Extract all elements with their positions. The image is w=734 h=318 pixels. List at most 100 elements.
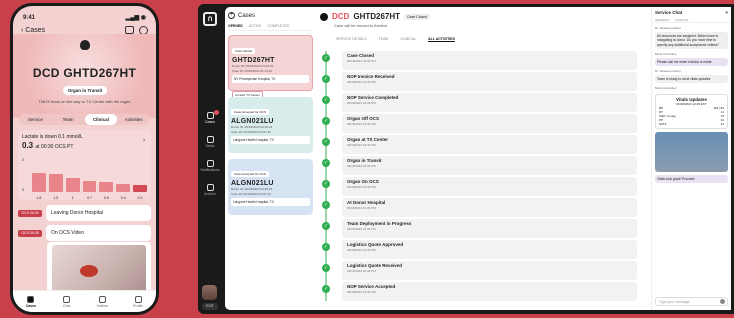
case-chip: Case Accepted for OCS	[231, 109, 269, 115]
tab-service-details[interactable]: SERVICE DETAILS	[336, 37, 367, 42]
activity-item[interactable]: ✓ Logistics Quote Approved 06/18/2024 01:3…	[322, 240, 637, 259]
lactate-bar: 0.7	[82, 181, 97, 200]
case-card[interactable]: Case Accepted for OCS ALGN021LU Donor ID…	[228, 159, 313, 215]
bell-icon	[206, 160, 214, 167]
cases-header: + Cases	[228, 10, 313, 21]
lactate-bar: 1	[65, 178, 80, 200]
case-card[interactable]: Case Accepted for OCS ALGN021LU Donor ID…	[228, 97, 313, 153]
activity-date: 06/18/2024 01:39 PM	[347, 185, 376, 189]
case-card-id: ALGN021LU	[231, 180, 274, 187]
lactate-card[interactable]: Lactate is down 0.1 mmol/L 0.3 at 00:30 …	[18, 130, 151, 200]
activity-item[interactable]: ✓ Logistics Quote Received 06/18/2024 01:3…	[322, 261, 637, 280]
chat-message: Dr. Susana Landon All resources are assi…	[655, 26, 728, 49]
rail-cases[interactable]: Cases	[198, 110, 222, 124]
timeline-card[interactable]: On OCS Video	[46, 225, 151, 241]
tab-team[interactable]: Team	[52, 114, 85, 125]
organ-image	[80, 265, 99, 278]
exit-button[interactable]: EXIT	[202, 303, 218, 310]
organ-heart-icon	[80, 40, 90, 50]
timeline-card[interactable]: Leaving Donor Hospital	[46, 205, 151, 221]
check-icon: ✓	[322, 117, 330, 125]
activity-card: Team Deployment in Progress 06/18/2024 01…	[342, 219, 637, 238]
lactate-unit: at 00:30 OCS PT	[35, 144, 74, 150]
tab-opened[interactable]: OPENED	[228, 24, 243, 28]
check-icon: ✓	[322, 75, 330, 83]
send-icon[interactable]	[720, 299, 725, 304]
tabbar-cases[interactable]: Cases	[21, 295, 41, 308]
tab-clinical[interactable]: CLINICAL	[675, 18, 689, 22]
activity-date: 06/18/2024 01:39 PM	[347, 248, 376, 252]
chat-input[interactable]: Type your message	[655, 297, 728, 306]
case-card[interactable]: Case Closed GHTD267HT Donor ID: 06/18/20…	[228, 35, 313, 99]
lactate-bar: 1.6	[32, 173, 46, 200]
lactate-bar: 0.3	[133, 184, 148, 200]
activity-item[interactable]: ✓ Organ in Transit 06/18/2024 01:39 PM	[322, 156, 637, 175]
activity-item[interactable]: ✓ Organ Off OCS 06/18/2024 01:39 PM	[322, 114, 637, 133]
phone-mockup: 9:41 ▂▄▆ ◉ ‹ Cases DCD GHTD267HT Organ i…	[10, 3, 159, 315]
tab-completed[interactable]: COMPLETED	[267, 24, 289, 28]
activity-date: 06/18/2024 01:39 PM	[347, 101, 376, 105]
lactate-value: 0.3 at 00:30 OCS PT	[22, 141, 147, 150]
activity-card: NOP Invoice Received 06/18/2024 01:39 PM	[342, 72, 637, 91]
tabbar-profile[interactable]: Profile	[128, 295, 148, 308]
activity-item[interactable]: ✓ Organ On OCS 06/18/2024 01:39 PM	[322, 177, 637, 196]
case-meta: Case ID: 06/18/2024 04:57:11	[231, 191, 271, 196]
rail-archive[interactable]: Archive	[198, 184, 222, 196]
activity-item[interactable]: ✓ Organ at TX Center 06/18/2024 01:39 PM	[322, 135, 637, 154]
tab-clinical[interactable]: CLINICAL	[400, 37, 416, 42]
timeline-tag: OCS 00:25	[18, 229, 42, 237]
chat-title: Service Chat	[655, 10, 683, 15]
app-logo-icon: ก	[203, 12, 217, 26]
tab-all-activities[interactable]: ALL ACTIVITIES	[428, 37, 455, 42]
rail-tasks[interactable]: Tasks	[198, 136, 222, 148]
tab-general[interactable]: GENERAL	[655, 18, 669, 22]
status-dot-icon	[320, 12, 328, 21]
tab-activities[interactable]: Activities	[117, 114, 150, 125]
timeline-tag: OCS 00:30	[18, 209, 42, 217]
activity-item[interactable]: ✓ NOP Invoice Received 06/18/2024 01:39 PM	[322, 72, 637, 91]
ocs-video-thumbnail[interactable]	[52, 245, 146, 296]
message-text: Team is ready to send vitals updates	[655, 74, 728, 83]
check-icon: ✓	[322, 159, 330, 167]
y-tick-bottom: 0	[22, 188, 24, 192]
tabbar-chat[interactable]: Chat	[57, 295, 77, 308]
shared-photo[interactable]	[655, 131, 728, 172]
add-case-icon[interactable]: +	[228, 12, 235, 19]
back-button[interactable]: ‹ Cases	[21, 27, 45, 34]
close-icon[interactable]: ×	[725, 10, 728, 15]
ocs-video-card[interactable]	[47, 242, 151, 296]
activity-item[interactable]: ✓ At Donor Hospital 06/18/2024 01:39 PM	[322, 198, 637, 217]
rail-label: Notifications	[200, 168, 220, 172]
message-author: Dr. Susana Landon	[655, 69, 681, 73]
activity-card: Organ in Transit 06/18/2024 01:39 PM	[342, 156, 637, 175]
check-icon: ✓	[322, 54, 330, 62]
message-text: Vitals look good! Proceed	[655, 174, 728, 183]
activity-date: 06/18/2024 01:39 PM	[347, 80, 376, 84]
chevron-right-icon: ›	[143, 138, 145, 144]
tab-clinical[interactable]: Clinical	[84, 114, 118, 125]
activity-date: 06/18/2024 01:39 PM	[347, 122, 376, 126]
tab-active[interactable]: ACTIVE	[249, 24, 262, 28]
tabbar-label: Hotline	[96, 303, 108, 308]
avatar[interactable]	[202, 285, 217, 300]
lactate-bar-value: 1.6	[36, 196, 42, 200]
status-badge: Case Closed	[404, 13, 431, 20]
activity-item[interactable]: ✓ Case Closed 06/18/2024 01:39 PM	[322, 51, 637, 70]
tabbar-hotline[interactable]: Hotline	[92, 295, 112, 308]
activity-title: NOP Service Accepted	[347, 284, 396, 289]
activity-item[interactable]: ✓ NOP Service Accepted 06/18/2024 01:39 PM	[322, 282, 637, 301]
chat-icon[interactable]	[125, 25, 134, 34]
lactate-bar: 1.5	[48, 174, 63, 200]
case-chip: Case Accepted for OCS	[231, 171, 269, 177]
activity-title: At Donor Hospital	[347, 200, 386, 205]
activity-item[interactable]: ✓ Team Deployment in Progress 06/18/2024 0…	[322, 219, 637, 238]
activity-title: Team Deployment in Progress	[347, 221, 412, 226]
activity-card: Organ at TX Center 06/18/2024 01:39 PM	[342, 135, 637, 154]
tab-team[interactable]: TEAM	[379, 37, 389, 42]
tab-service[interactable]: Service	[19, 114, 52, 125]
rail-notifications[interactable]: Notifications	[198, 160, 222, 172]
activity-item[interactable]: ✓ NOP Service Completed 06/18/2024 01:39 P…	[322, 93, 637, 112]
case-hospital: Langone Health Hospital, TX	[231, 136, 310, 144]
activity-card: NOP Service Completed 06/18/2024 01:39 PM	[342, 93, 637, 112]
chat-header: Service Chat ×	[652, 7, 731, 18]
